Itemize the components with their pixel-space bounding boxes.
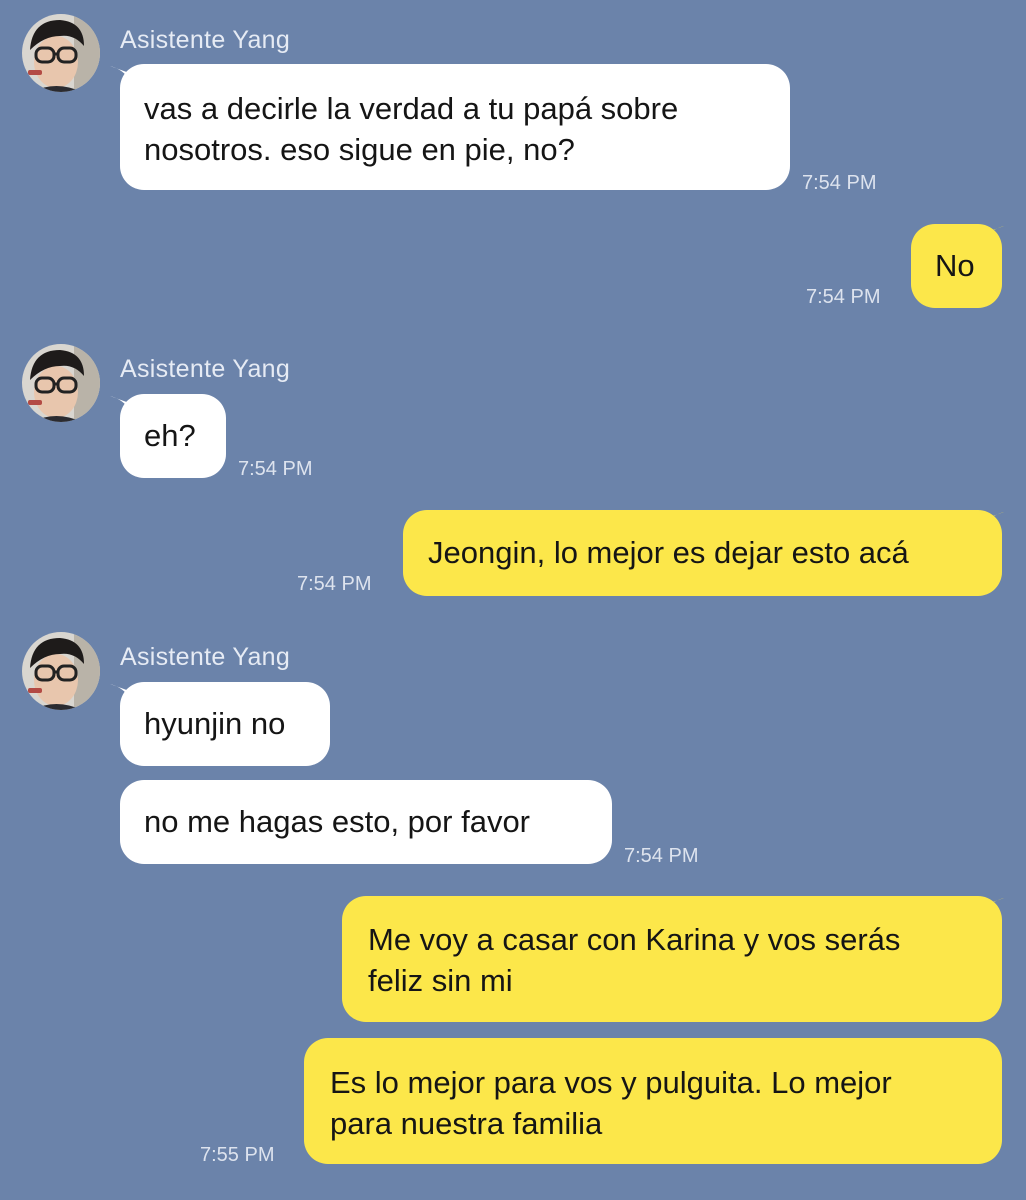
contact-avatar-icon[interactable] [22, 632, 100, 710]
message-bubble[interactable]: Jeongin, lo mejor es dejar esto acá [403, 510, 1002, 596]
contact-avatar-icon[interactable] [22, 344, 100, 422]
message-bubble[interactable]: Me voy a casar con Karina y vos serás fe… [342, 896, 1002, 1022]
message-time: 7:54 PM [297, 573, 372, 595]
message-bubble[interactable]: Es lo mejor para vos y pulguita. Lo mejo… [304, 1038, 1002, 1164]
message-bubble[interactable]: hyunjin no [120, 682, 330, 766]
message-time: 7:54 PM [238, 458, 313, 480]
message-bubble[interactable]: No [911, 224, 1002, 308]
sender-name: Asistente Yang [120, 643, 291, 671]
sender-name: Asistente Yang [120, 26, 291, 54]
message-time: 7:54 PM [802, 172, 877, 194]
message-time: 7:54 PM [806, 286, 881, 308]
chat-screen: Asistente Yang vas a decirle la verdad a… [0, 0, 1026, 1200]
message-bubble[interactable]: eh? [120, 394, 226, 478]
message-bubble[interactable]: no me hagas esto, por favor [120, 780, 612, 864]
message-time: 7:54 PM [624, 845, 699, 867]
contact-avatar-icon[interactable] [22, 14, 100, 92]
message-bubble[interactable]: vas a decirle la verdad a tu papá sobre … [120, 64, 790, 190]
message-time: 7:55 PM [200, 1144, 275, 1166]
sender-name: Asistente Yang [120, 355, 291, 383]
